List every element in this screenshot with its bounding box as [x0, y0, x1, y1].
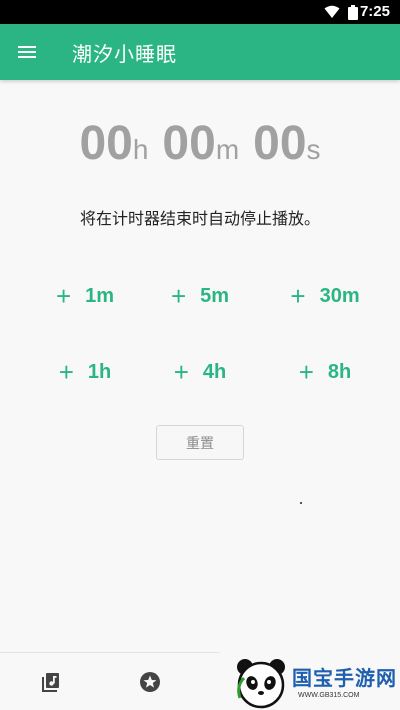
stray-dot — [300, 502, 302, 504]
battery-icon — [348, 5, 358, 20]
plus-icon: + — [173, 357, 189, 387]
add-button-label: 8h — [327, 360, 352, 383]
timer-seconds: 00 — [253, 117, 307, 170]
timer-hours-unit: h — [132, 134, 149, 165]
music-library-icon[interactable] — [39, 671, 61, 693]
add-button-label: 30m — [319, 284, 360, 307]
timer-description: 将在计时器结束时自动停止播放。 — [79, 209, 320, 228]
add-4h-button[interactable]: +4h — [145, 352, 255, 392]
add-button-label: 5m — [200, 284, 230, 307]
wifi-icon — [324, 5, 340, 18]
bottom-nav — [0, 652, 220, 710]
plus-icon: + — [290, 281, 306, 311]
plus-icon: + — [55, 281, 72, 311]
reset-button[interactable]: 重置 — [156, 425, 244, 460]
menu-icon[interactable] — [14, 38, 42, 66]
add-5m-button[interactable]: +5m — [145, 276, 255, 316]
add-1m-button[interactable]: +1m — [30, 276, 140, 316]
add-8h-button[interactable]: +8h — [270, 352, 380, 392]
status-time: 7:25 — [359, 3, 390, 20]
add-button-label: 1h — [87, 360, 112, 383]
app-title: 潮汐小睡眠 — [72, 42, 177, 66]
add-1h-button[interactable]: +1h — [30, 352, 140, 392]
watermark-brand: 国宝手游网 — [292, 666, 397, 690]
timer-seconds-unit: s — [306, 134, 321, 165]
watermark-domain: WWW.GB315.COM — [298, 692, 360, 699]
status-bar: 7:25 — [0, 0, 400, 24]
star-icon[interactable] — [139, 671, 161, 693]
timer-display: 00h 00m 00s — [0, 116, 400, 171]
watermark: 国宝手游网 WWW.GB315.COM — [232, 652, 400, 710]
plus-icon: + — [58, 357, 74, 387]
plus-icon: + — [298, 357, 314, 387]
plus-icon: + — [170, 281, 187, 311]
panda-logo-icon — [237, 659, 285, 709]
add-30m-button[interactable]: +30m — [270, 276, 380, 316]
timer-hours: 00 — [79, 117, 133, 170]
timer-minutes: 00 — [162, 117, 216, 170]
app-bar: 潮汐小睡眠 — [0, 24, 400, 80]
timer-minutes-unit: m — [215, 134, 240, 165]
add-button-label: 1m — [85, 284, 115, 307]
add-button-label: 4h — [202, 360, 227, 383]
